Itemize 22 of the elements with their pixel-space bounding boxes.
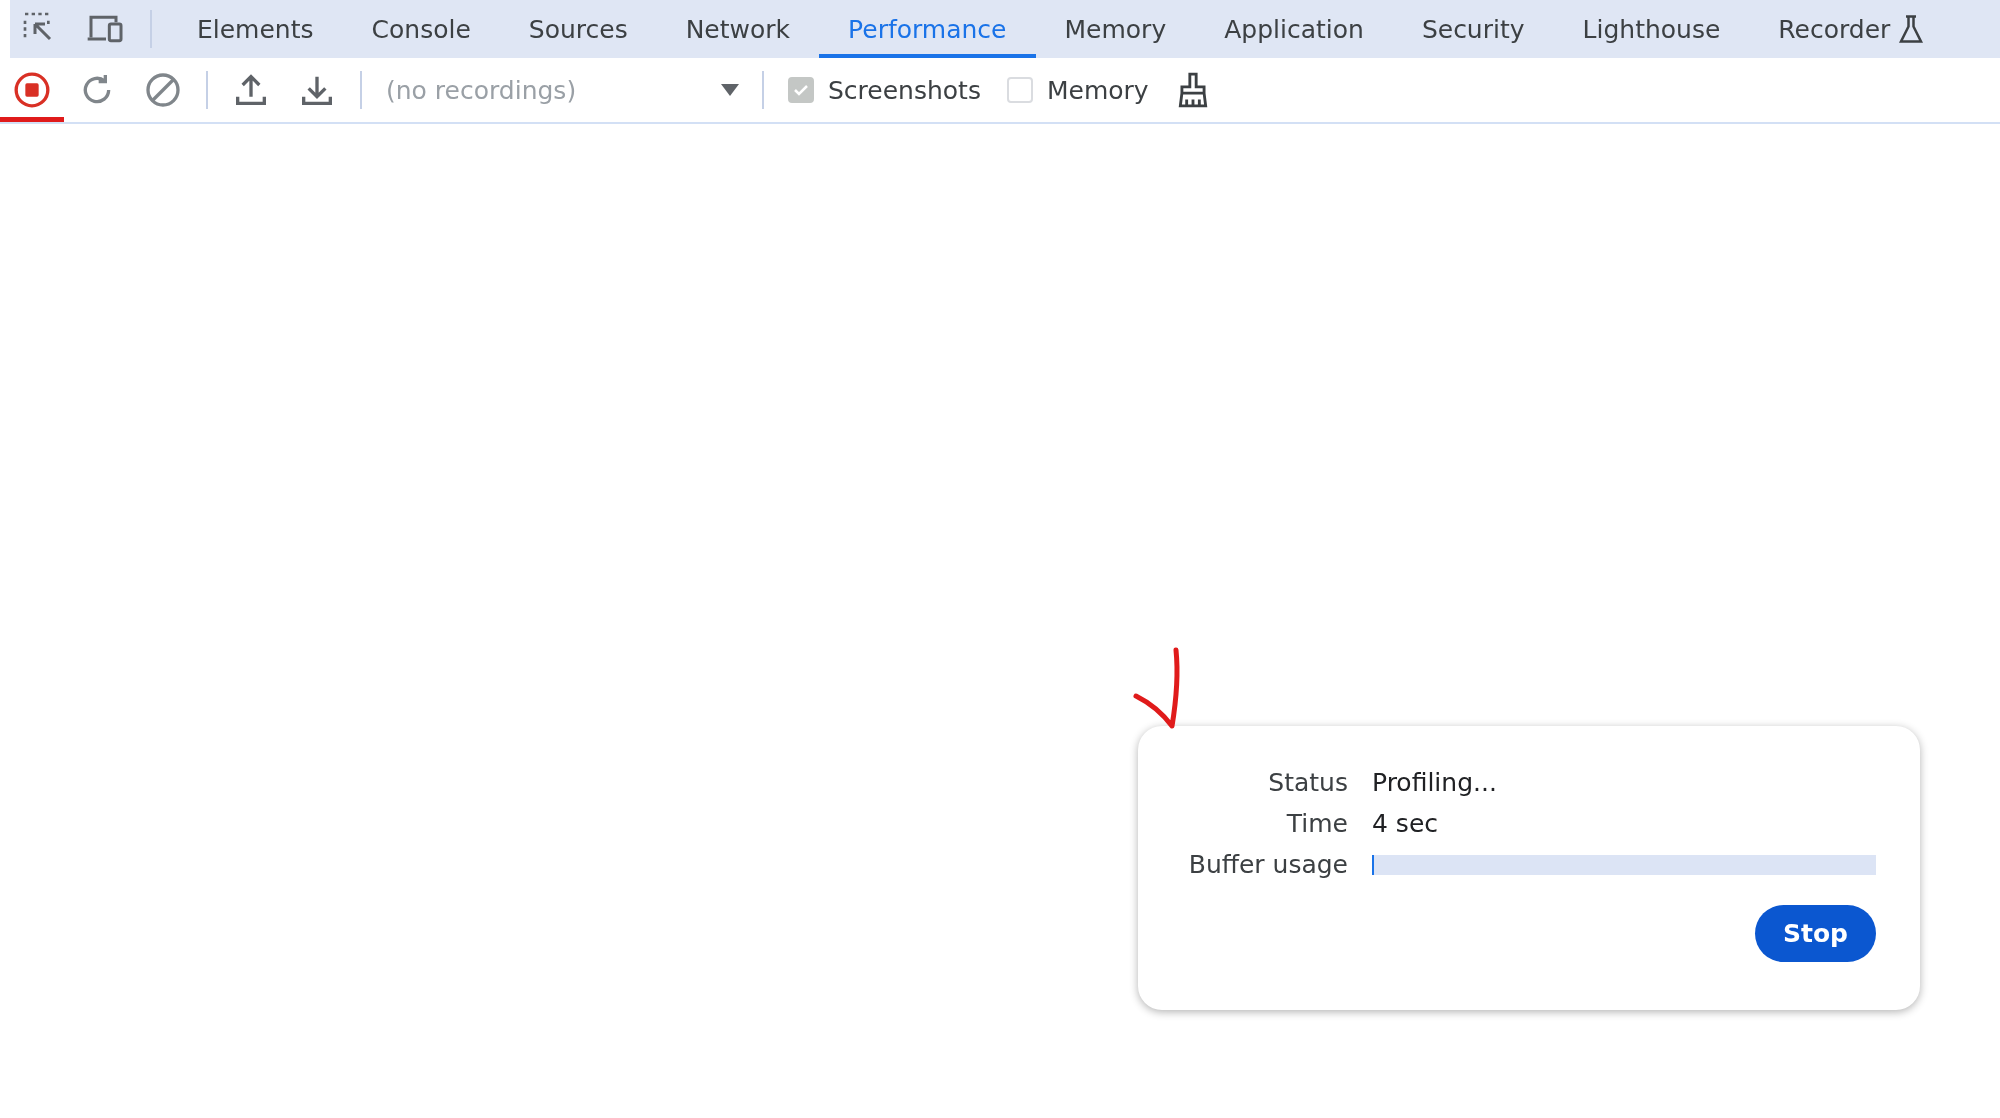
tab[interactable]: Elements [168, 0, 343, 58]
field-value: Profiling... [1372, 768, 1498, 797]
field-label: Time [1285, 809, 1348, 838]
record-icon[interactable] [12, 70, 52, 110]
checkbox-label: Memory [1046, 75, 1149, 105]
stop-button[interactable]: Stop [1754, 905, 1876, 962]
tab[interactable]: Application [1195, 0, 1393, 58]
tab[interactable]: Sources [499, 0, 657, 58]
tab[interactable]: Network [656, 0, 820, 58]
field-label: Buffer usage [1187, 850, 1348, 879]
field-label: Status [1267, 768, 1348, 797]
field-value: 4 sec [1372, 809, 1439, 838]
checkbox[interactable] [1006, 77, 1033, 103]
tab[interactable]: Security [1392, 0, 1554, 58]
dropdown-arrow-icon [720, 83, 740, 97]
tab[interactable]: Lighthouse [1553, 0, 1750, 58]
checkbox-label: Screenshots [828, 75, 981, 105]
tab[interactable]: Recorder [1749, 0, 1954, 58]
tab[interactable]: Memory [1035, 0, 1196, 58]
clear-icon[interactable] [143, 70, 183, 110]
tab[interactable]: Console [342, 0, 500, 58]
tab[interactable]: Performance [819, 0, 1036, 58]
